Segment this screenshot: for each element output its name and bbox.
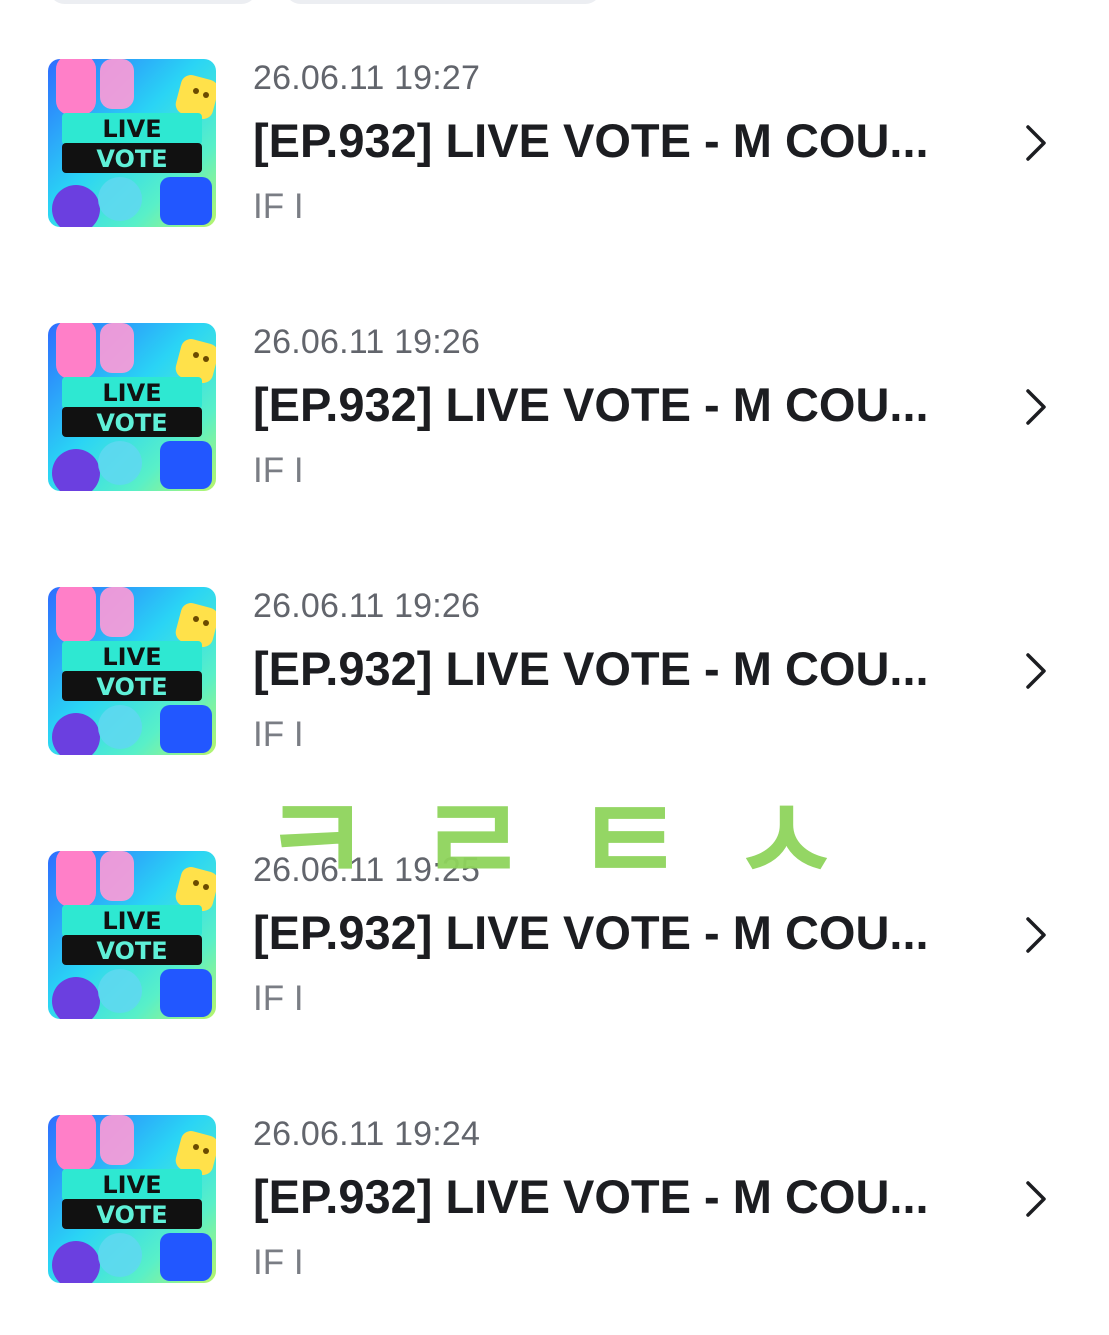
thumb-text-live: LIVE [102,1171,161,1199]
item-title: [EP.932] LIVE VOTE - M COU... [253,114,929,167]
item-title: [EP.932] LIVE VOTE - M COU... [253,378,929,431]
live-vote-thumbnail: LIVE VOTE [48,587,216,755]
thumb-text-live: LIVE [102,379,161,407]
chevron-right-icon[interactable] [1018,387,1054,427]
thumb-text-vote: VOTE [96,145,167,173]
list-item[interactable]: LIVE VOTE 26.06.11 19:24 [EP.932] LIVE V… [0,1115,1109,1315]
item-artist: IF I [253,187,304,226]
item-title: [EP.932] LIVE VOTE - M COU... [253,1170,929,1223]
filter-chip-2[interactable] [284,0,602,4]
live-vote-thumbnail: LIVE VOTE [48,59,216,227]
list-item[interactable]: LIVE VOTE 26.06.11 19:26 [EP.932] LIVE V… [0,323,1109,523]
list-item[interactable]: LIVE VOTE 26.06.11 19:27 [EP.932] LIVE V… [0,59,1109,259]
item-title: [EP.932] LIVE VOTE - M COU... [253,642,929,695]
filter-chip-1[interactable] [48,0,258,4]
chevron-right-icon[interactable] [1018,651,1054,691]
live-vote-thumbnail: LIVE VOTE [48,323,216,491]
item-date: 26.06.11 19:26 [253,323,481,361]
item-date: 26.06.11 19:24 [253,1115,481,1153]
chevron-right-icon[interactable] [1018,123,1054,163]
chevron-right-icon[interactable] [1018,1179,1054,1219]
item-date: 26.06.11 19:27 [253,59,481,97]
thumb-text-vote: VOTE [96,1201,167,1229]
live-vote-thumbnail: LIVE VOTE [48,1115,216,1283]
list-item[interactable]: LIVE VOTE 26.06.11 19:25 [EP.932] LIVE V… [0,851,1109,1051]
item-title: [EP.932] LIVE VOTE - M COU... [253,906,929,959]
item-artist: IF I [253,715,304,754]
live-vote-thumbnail: LIVE VOTE [48,851,216,1019]
thumb-text-vote: VOTE [96,409,167,437]
list-item[interactable]: LIVE VOTE 26.06.11 19:26 [EP.932] LIVE V… [0,587,1109,787]
item-artist: IF I [253,451,304,490]
thumb-text-vote: VOTE [96,937,167,965]
thumb-text-live: LIVE [102,643,161,671]
chevron-right-icon[interactable] [1018,915,1054,955]
item-artist: IF I [253,1243,304,1282]
item-artist: IF I [253,979,304,1018]
thumb-text-vote: VOTE [96,673,167,701]
thumb-text-live: LIVE [102,907,161,935]
thumb-text-live: LIVE [102,115,161,143]
item-date: 26.06.11 19:26 [253,587,481,625]
item-date: 26.06.11 19:25 [253,851,481,889]
